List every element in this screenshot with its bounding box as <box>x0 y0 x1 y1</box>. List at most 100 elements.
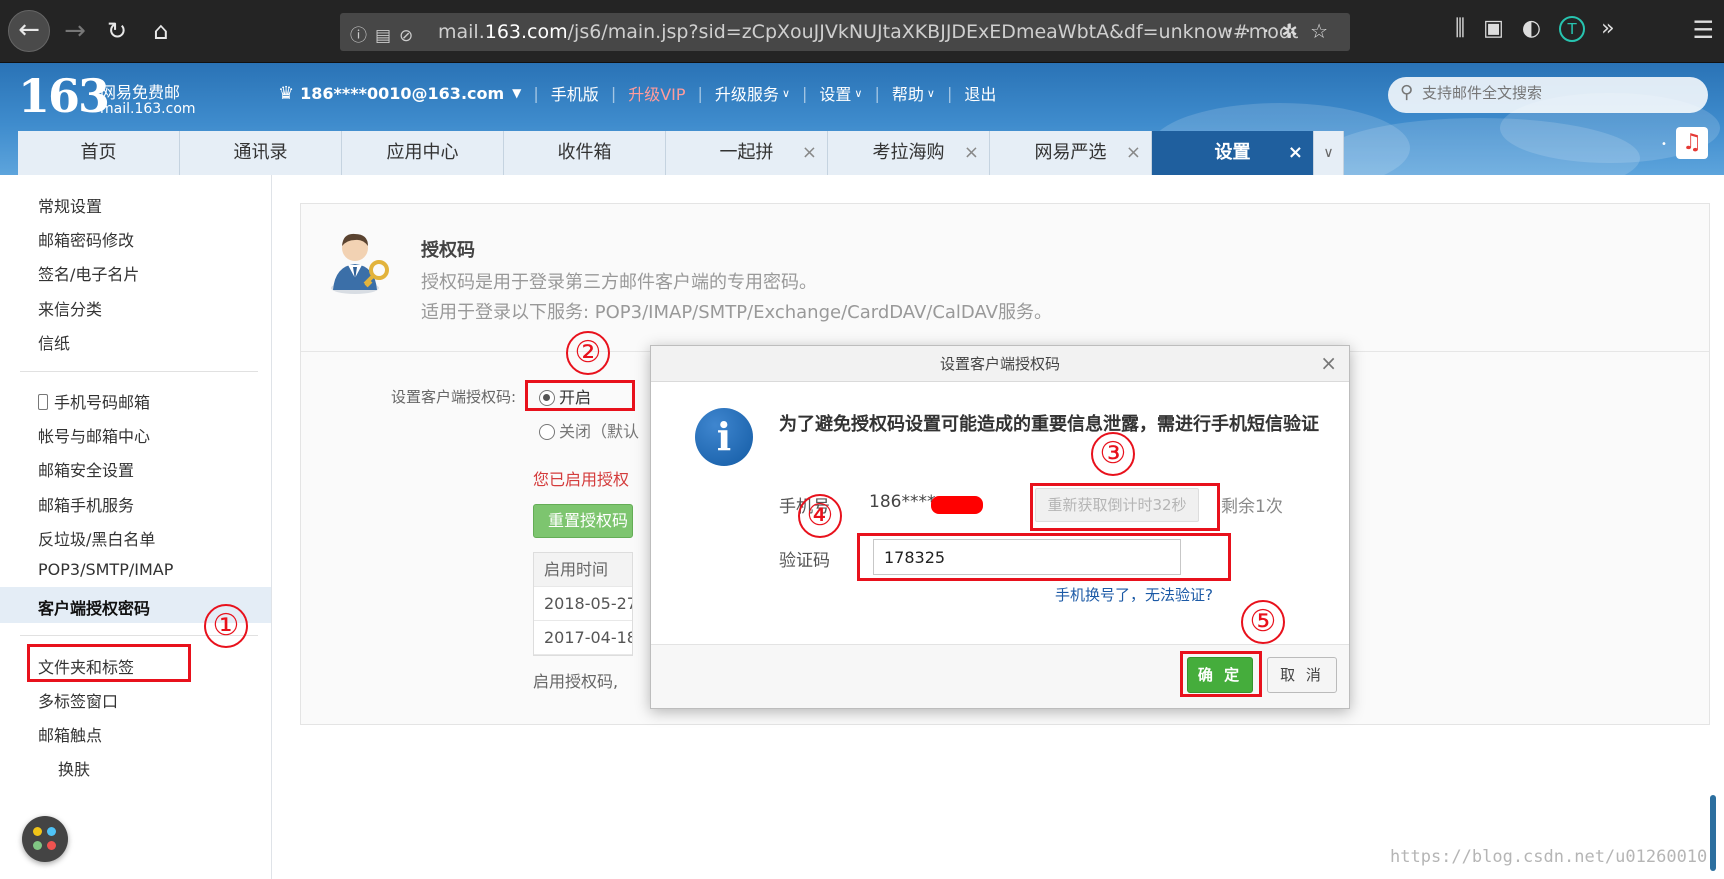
tab-inbox[interactable]: 收件箱 <box>504 131 666 175</box>
verify-code-input[interactable] <box>873 539 1181 575</box>
tab-settings[interactable]: 设置 × <box>1152 131 1314 175</box>
sidebar-item-client-auth-password[interactable]: 客户端授权密码 <box>0 587 271 623</box>
auth-code-dialog: 设置客户端授权码 × i 为了避免授权码设置可能造成的重要信息泄露，需进行手机短… <box>650 345 1350 709</box>
reload-icon[interactable]: ↻ <box>96 10 138 52</box>
close-icon[interactable]: × <box>802 131 817 175</box>
account-name[interactable]: 186****0010@163.com <box>300 84 504 103</box>
library-icon[interactable]: ⫼ <box>1455 16 1483 41</box>
sidebar-item-filter[interactable]: 来信分类 <box>38 296 102 320</box>
auth-code-description: 授权码是用于登录第三方邮件客户端的专用密码。 <box>421 272 817 293</box>
close-icon[interactable]: × <box>1288 131 1303 175</box>
close-icon[interactable]: × <box>964 131 979 175</box>
settings-sidebar: 常规设置 邮箱密码修改 签名/电子名片 来信分类 信纸 手机号码邮箱 帐号与邮箱… <box>0 175 272 879</box>
tab-yanxuan[interactable]: 网易严选 × <box>990 131 1152 175</box>
sidebar-item-touchpoints[interactable]: 邮箱触点 <box>38 722 102 746</box>
browser-extensions: ⫼▣◐ T » <box>1455 16 1633 42</box>
sidebar-icon[interactable]: ▣ <box>1483 16 1522 41</box>
upgrade-service-link[interactable]: 升级服务 <box>715 81 779 105</box>
redaction-mark <box>931 496 983 514</box>
forward-arrow-icon[interactable]: → <box>54 10 96 52</box>
tab-home[interactable]: 首页 <box>18 131 180 175</box>
sidebar-item-antispam[interactable]: 反垃圾/黑白名单 <box>38 526 155 550</box>
tab-app-center[interactable]: 应用中心 <box>342 131 504 175</box>
cancel-button[interactable]: 取 消 <box>1267 657 1337 693</box>
confirm-button[interactable]: 确 定 <box>1187 657 1253 693</box>
translate-extension-icon[interactable]: T <box>1559 16 1586 42</box>
chevron-down-icon[interactable]: ∨ <box>854 87 862 100</box>
tab-group-buy[interactable]: 一起拼 × <box>666 131 828 175</box>
back-arrow-icon[interactable]: ← <box>8 10 50 52</box>
auth-code-header: 授权码 授权码是用于登录第三方邮件客户端的专用密码。 适用于登录以下服务: PO… <box>301 204 1709 352</box>
upgrade-vip-link[interactable]: 升级VIP <box>628 81 685 105</box>
close-icon[interactable]: × <box>1320 346 1337 380</box>
close-icon[interactable]: × <box>1126 131 1141 175</box>
address-bar[interactable]: ⓘ▤⊘ mail.163.com/js6/main.jsp?sid=zCpXou… <box>340 13 1350 51</box>
auth-code-title: 授权码 <box>421 240 475 261</box>
verify-code-label: 验证码 <box>779 551 830 571</box>
chevron-down-icon[interactable]: ∨ <box>782 87 790 100</box>
radio-checked-icon[interactable] <box>539 390 555 406</box>
user-key-icon <box>331 233 389 294</box>
logout-link[interactable]: 退出 <box>964 81 996 105</box>
sidebar-divider <box>20 371 258 372</box>
auth-history-table: 启用时间 2018-05-27 2017-04-18 <box>533 552 633 656</box>
tab-contacts[interactable]: 通讯录 <box>180 131 342 175</box>
resend-code-button[interactable]: 重新获取倒计时32秒 <box>1035 488 1199 522</box>
chevron-down-icon[interactable]: ▼ <box>512 86 521 100</box>
settings-link[interactable]: 设置 <box>819 81 851 105</box>
tabs-dropdown-chevron-icon[interactable]: ∨ <box>1314 131 1344 175</box>
main-tabs: 首页 通讯录 应用中心 收件箱 一起拼 × 考拉海购 × 网易严选 × 设置 × ∨ <box>18 131 1344 175</box>
site-info-icon[interactable]: ⓘ▤⊘ <box>350 21 421 46</box>
page-actions-icon[interactable]: ···✲☆ <box>1226 19 1340 43</box>
url-text[interactable]: mail.163.com/js6/main.jsp?sid=zCpXouJJVk… <box>438 21 1298 43</box>
sidebar-item-password[interactable]: 邮箱密码修改 <box>38 227 134 251</box>
auth-usage-note: 启用授权码, <box>533 672 619 691</box>
sidebar-item-signature[interactable]: 签名/电子名片 <box>38 261 139 285</box>
sidebar-item-multi-tab[interactable]: 多标签窗口 <box>38 688 118 712</box>
radio-enable[interactable]: 开启 <box>539 384 591 408</box>
sidebar-item-phone-service[interactable]: 邮箱手机服务 <box>38 492 134 516</box>
home-icon[interactable]: ⌂ <box>140 10 182 52</box>
auth-code-services: 适用于登录以下服务: POP3/IMAP/SMTP/Exchange/CardD… <box>421 302 1052 323</box>
apps-launcher-icon[interactable] <box>22 816 68 862</box>
logo-url: mail.163.com <box>100 101 196 117</box>
crown-icon: ♛ <box>278 82 295 104</box>
mail-search[interactable]: ⚲ <box>1388 77 1708 113</box>
mobile-link[interactable]: 手机版 <box>551 81 599 105</box>
overflow-chevron-icon[interactable]: » <box>1601 16 1632 41</box>
sidebar-item-security[interactable]: 邮箱安全设置 <box>38 457 134 481</box>
sidebar-item-skin[interactable]: 换肤 <box>38 756 90 780</box>
search-input[interactable] <box>1422 84 1692 102</box>
reset-auth-code-button[interactable]: 重置授权码 <box>533 504 633 538</box>
search-icon: ⚲ <box>1400 82 1414 103</box>
mail-header: 163 网易免费邮 mail.163.com ♛ 186****0010@163… <box>0 63 1724 175</box>
scrollbar-thumb[interactable] <box>1710 795 1716 871</box>
dialog-title: 设置客户端授权码 <box>651 346 1349 382</box>
lost-phone-link[interactable]: 手机换号了，无法验证? <box>1055 584 1213 605</box>
watermark: https://blog.csdn.net/u01260010 <box>1390 847 1708 867</box>
sidebar-item-phone-mailbox[interactable]: 手机号码邮箱 <box>38 389 150 413</box>
sidebar-item-pop3-smtp-imap[interactable]: POP3/SMTP/IMAP <box>38 560 173 579</box>
radio-unchecked-icon[interactable] <box>539 424 555 440</box>
sidebar-item-folders-tags[interactable]: 文件夹和标签 <box>38 654 134 678</box>
radio-disable[interactable]: 关闭（默认 <box>539 418 639 442</box>
dialog-footer: 确 定 取 消 <box>651 644 1349 708</box>
hamburger-menu-icon[interactable]: ☰ <box>1692 16 1714 44</box>
auth-setting-label: 设置客户端授权码: <box>391 388 517 406</box>
browser-toolbar: ← → ↻ ⌂ ⓘ▤⊘ mail.163.com/js6/main.jsp?si… <box>0 0 1724 63</box>
sidebar-item-account-center[interactable]: 帐号与邮箱中心 <box>38 423 150 447</box>
table-row: 2018-05-27 <box>534 587 632 621</box>
phone-value: 186**** <box>869 492 936 512</box>
remaining-attempts: 剩余1次 <box>1221 497 1283 517</box>
table-row: 2017-04-18 <box>534 621 632 655</box>
chevron-down-icon[interactable]: ∨ <box>927 87 935 100</box>
enabled-notice: 您已启用授权 <box>533 470 630 489</box>
help-link[interactable]: 帮助 <box>892 81 924 105</box>
music-icon[interactable]: ♫ <box>1676 127 1708 159</box>
dot-decoration: • <box>1661 139 1667 150</box>
tab-kaola[interactable]: 考拉海购 × <box>828 131 990 175</box>
sidebar-item-stationery[interactable]: 信纸 <box>38 330 70 354</box>
logo-number[interactable]: 163 <box>18 69 110 123</box>
extension-icon[interactable]: ◐ <box>1522 16 1559 41</box>
sidebar-item-general[interactable]: 常规设置 <box>38 193 102 217</box>
